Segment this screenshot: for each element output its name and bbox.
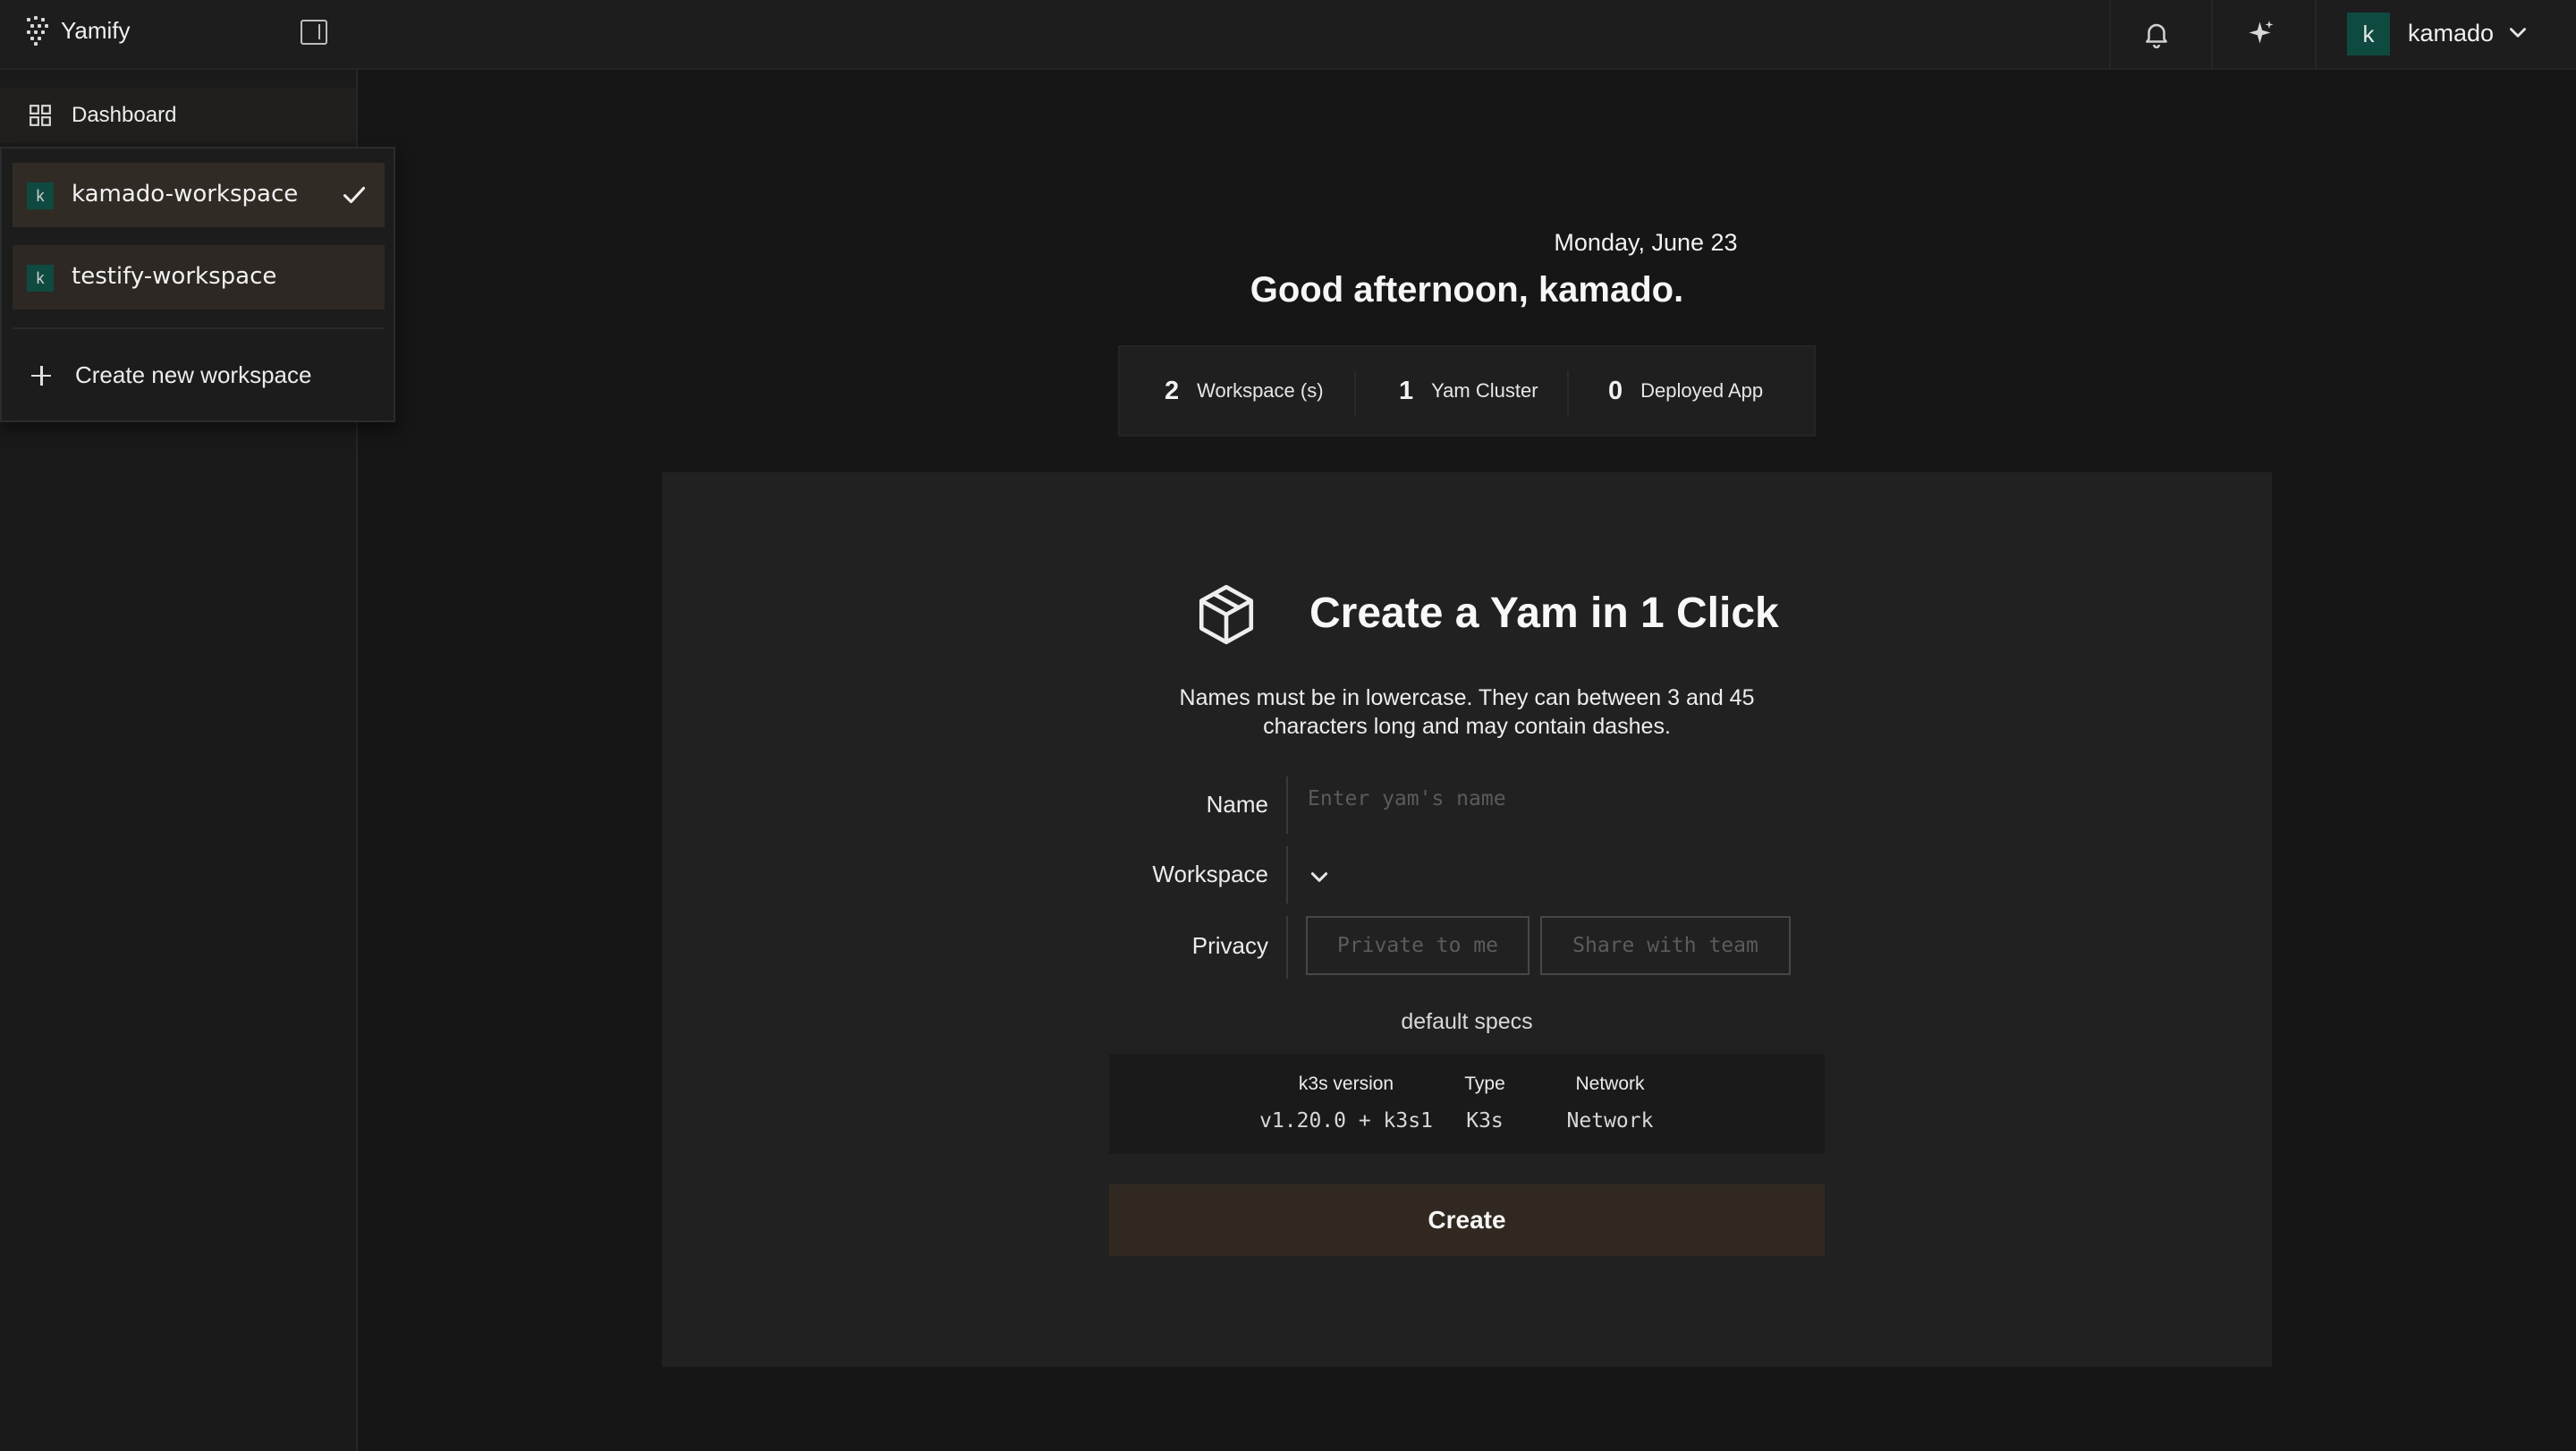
create-workspace-button[interactable]: Create new workspace xyxy=(30,361,311,389)
sparkle-icon[interactable] xyxy=(2245,18,2277,50)
stats-bar: 2 Workspace (s) 1 Yam Cluster 0 Deployed… xyxy=(1118,345,1816,437)
privacy-share-button[interactable]: Share with team xyxy=(1540,916,1791,975)
stat-label: Workspace (s) xyxy=(1197,379,1324,402)
bell-icon[interactable] xyxy=(2141,18,2172,50)
top-bar: Yamify k kamado xyxy=(0,0,2576,70)
sidebar-item-dashboard[interactable]: Dashboard xyxy=(0,88,356,143)
chevron-down-icon[interactable] xyxy=(2506,21,2529,45)
spec-header: Type xyxy=(1464,1073,1505,1094)
divider xyxy=(1286,846,1288,904)
privacy-private-button[interactable]: Private to me xyxy=(1306,916,1530,975)
workspace-avatar: k xyxy=(27,182,54,209)
brand[interactable]: Yamify xyxy=(25,16,131,46)
cube-icon xyxy=(1199,584,1254,645)
stat-deployed-apps: 0 Deployed App xyxy=(1608,347,1763,435)
divider xyxy=(13,327,385,329)
divider xyxy=(1286,776,1288,834)
create-workspace-label: Create new workspace xyxy=(75,361,312,388)
spec-value: Network xyxy=(1566,1109,1654,1133)
create-yam-card: Create a Yam in 1 Click Names must be in… xyxy=(662,472,2272,1367)
check-icon xyxy=(343,186,366,204)
stat-value: 1 xyxy=(1399,376,1414,405)
spec-value: v1.20.0 + k3s1 xyxy=(1259,1109,1433,1133)
workspace-option-testify[interactable]: k testify-workspace xyxy=(13,245,385,310)
spec-header: k3s version xyxy=(1298,1073,1394,1094)
workspace-name: kamado-workspace xyxy=(72,181,299,208)
divider xyxy=(1286,916,1288,979)
name-label: Name xyxy=(1206,791,1268,818)
divider xyxy=(1354,370,1356,415)
card-title: Create a Yam in 1 Click xyxy=(1309,590,1779,637)
divider xyxy=(2211,0,2213,68)
card-description: Names must be in lowercase. They can bet… xyxy=(1179,685,1755,739)
workspace-label: Workspace xyxy=(1152,861,1268,887)
stat-label: Yam Cluster xyxy=(1431,379,1538,402)
workspace-option-kamado[interactable]: k kamado-workspace xyxy=(13,163,385,227)
greeting-title: Good afternoon, kamado. xyxy=(1250,270,1684,310)
user-avatar[interactable]: k xyxy=(2347,13,2390,55)
workspace-select-chevron-icon[interactable] xyxy=(1308,866,1331,889)
yam-name-input[interactable] xyxy=(1306,782,1775,816)
spec-value: K3s xyxy=(1466,1109,1504,1133)
app-name: Yamify xyxy=(61,16,131,44)
divider xyxy=(2109,0,2111,68)
stat-value: 2 xyxy=(1165,376,1180,405)
sidebar-item-label: Dashboard xyxy=(72,103,177,127)
divider xyxy=(2315,0,2317,68)
sidebar-toggle-icon[interactable] xyxy=(301,20,327,45)
create-yam-button[interactable]: Create xyxy=(1109,1184,1825,1256)
workspace-name: testify-workspace xyxy=(72,263,277,290)
yamify-logo-icon xyxy=(25,16,50,46)
plus-icon xyxy=(30,365,52,386)
workspace-avatar: k xyxy=(27,265,54,292)
stat-clusters: 1 Yam Cluster xyxy=(1399,347,1538,435)
privacy-label: Privacy xyxy=(1191,932,1268,959)
specs-table: k3s version Type Network v1.20.0 + k3s1 … xyxy=(1109,1054,1825,1154)
workspace-dropdown: k kamado-workspace k testify-workspace C… xyxy=(0,147,395,422)
current-date: Monday, June 23 xyxy=(1554,229,1738,256)
divider xyxy=(1567,370,1569,415)
grid-icon xyxy=(30,105,51,126)
spec-header: Network xyxy=(1575,1073,1645,1094)
stat-label: Deployed App xyxy=(1640,379,1764,402)
stat-workspaces: 2 Workspace (s) xyxy=(1165,347,1324,435)
stat-value: 0 xyxy=(1608,376,1623,405)
user-name[interactable]: kamado xyxy=(2408,20,2494,47)
specs-title: default specs xyxy=(1401,1009,1533,1034)
